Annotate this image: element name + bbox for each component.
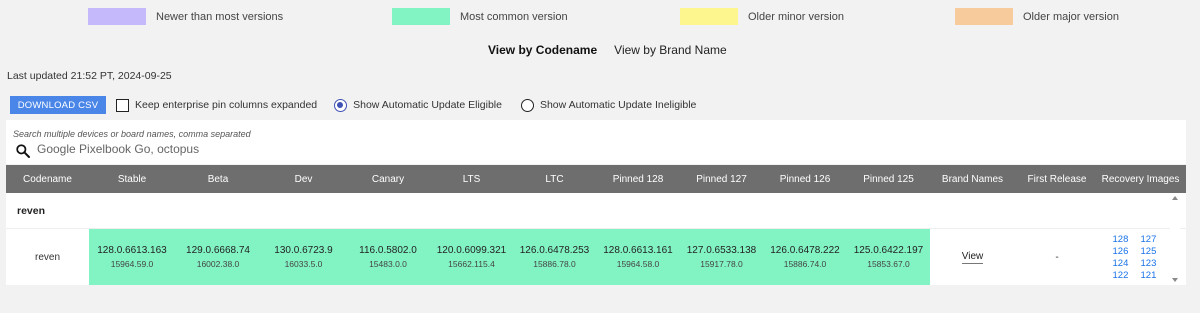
search-input[interactable] [37,142,637,156]
brand-names-cell: View [930,229,1015,285]
version-cell-pinned-126: 126.0.6478.222 15886.74.0 [763,229,847,285]
auto-update-eligible-radio[interactable] [334,98,348,112]
search-icon [16,144,30,158]
view-toggle: View by Codename View by Brand Name [488,43,727,57]
recovery-image-link[interactable]: 125 [1141,246,1169,257]
auto-update-eligible-label[interactable]: Show Automatic Update Eligible [353,99,502,111]
first-release-text: - [1055,251,1059,263]
chrome-version: 129.0.6668.74 [186,245,250,256]
recovery-image-link[interactable]: 121 [1141,270,1169,281]
view-brand-names-button[interactable]: View [961,251,984,264]
header-beta[interactable]: Beta [175,165,261,193]
legend-item-older-major: Older major version [955,8,1119,25]
header-canary[interactable]: Canary [346,165,430,193]
chrome-version: 126.0.6478.253 [519,245,590,256]
legend-swatch [392,8,450,25]
legend: Newer than most versions Most common ver… [0,8,1200,26]
legend-label: Older minor version [748,10,844,23]
last-updated-text: Last updated 21:52 PT, 2024-09-25 [7,70,172,82]
recovery-image-link[interactable]: 124 [1113,258,1141,269]
first-release-cell: - [1015,229,1099,285]
version-cell-lts: 120.0.6099.321 15662.115.4 [430,229,513,285]
version-cell-pinned-125: 125.0.6422.197 15853.67.0 [847,229,930,285]
chrome-version: 130.0.6723.9 [274,245,333,256]
header-ltc[interactable]: LTC [513,165,596,193]
version-cell-pinned-127: 127.0.6533.138 15917.78.0 [680,229,763,285]
search-hint: Search multiple devices or board names, … [13,129,251,139]
view-by-brand-name-link[interactable]: View by Brand Name [614,43,727,57]
keep-pins-label[interactable]: Keep enterprise pin columns expanded [135,99,317,111]
platform-version: 15853.67.0 [867,259,910,269]
platform-version: 15483.0.0 [369,259,407,269]
legend-item-most-common: Most common version [392,8,568,25]
header-lts[interactable]: LTS [430,165,513,193]
header-stable[interactable]: Stable [89,165,175,193]
platform-version: 15964.59.0 [110,259,154,269]
version-cell-canary: 116.0.5802.0 15483.0.0 [346,229,430,285]
header-pinned-128[interactable]: Pinned 128 [596,165,680,193]
recovery-image-link[interactable]: 126 [1113,246,1141,257]
header-pinned-126[interactable]: Pinned 126 [763,165,847,193]
platform-version: 16002.38.0 [196,259,240,269]
platform-version: 15886.78.0 [533,259,576,269]
chrome-version: 127.0.6533.138 [686,245,757,256]
keep-pins-checkbox[interactable] [116,98,129,112]
view-by-codename-link[interactable]: View by Codename [488,43,597,57]
auto-update-ineligible-label[interactable]: Show Automatic Update Ineligible [540,99,696,111]
legend-swatch [680,8,738,25]
recovery-image-link[interactable]: 123 [1141,258,1169,269]
legend-item-older-minor: Older minor version [680,8,844,25]
recovery-image-link[interactable]: 127 [1141,234,1169,245]
legend-label: Newer than most versions [156,10,284,23]
recovery-images-grid: 128 127 126 125 124 123 122 121 [1113,234,1169,281]
legend-swatch [88,8,146,25]
version-cell-dev: 130.0.6723.9 16033.5.0 [261,229,346,285]
group-row: reven [6,193,1186,229]
recovery-image-link[interactable]: 122 [1113,270,1141,281]
legend-label: Most common version [460,10,568,23]
download-csv-button[interactable]: DOWNLOAD CSV [10,96,106,114]
version-cell-pinned-128: 128.0.6613.161 15964.58.0 [596,229,680,285]
controls-bar: DOWNLOAD CSV Keep enterprise pin columns… [10,96,696,114]
header-dev[interactable]: Dev [261,165,346,193]
chrome-version: 126.0.6478.222 [770,245,840,256]
auto-update-ineligible-radio[interactable] [520,98,534,112]
scroll-up-arrow-icon[interactable] [1172,196,1178,200]
platform-version: 15917.78.0 [700,259,743,269]
chrome-version: 125.0.6422.197 [853,245,924,256]
chrome-version: 116.0.5802.0 [359,245,417,256]
table-scrollbar[interactable] [1170,193,1180,285]
codename-cell: reven [6,229,89,285]
chrome-version: 128.0.6613.161 [603,245,673,256]
chrome-version: 120.0.6099.321 [436,245,507,256]
versions-table: Codename Stable Beta Dev Canary LTS LTC … [6,165,1186,285]
legend-label: Older major version [1023,10,1119,23]
version-cell-ltc: 126.0.6478.253 15886.78.0 [513,229,596,285]
scroll-down-arrow-icon[interactable] [1172,278,1178,282]
platform-version: 15662.115.4 [448,259,495,269]
version-cell-stable: 128.0.6613.163 15964.59.0 [89,229,175,285]
header-first-release[interactable]: First Release [1015,165,1099,193]
header-pinned-127[interactable]: Pinned 127 [680,165,763,193]
header-brand-names[interactable]: Brand Names [930,165,1015,193]
header-recovery-images[interactable]: Recovery Images [1099,165,1182,193]
platform-version: 15886.74.0 [783,259,827,269]
platform-version: 15964.58.0 [616,259,660,269]
table-header: Codename Stable Beta Dev Canary LTS LTC … [6,165,1186,193]
platform-version: 16033.5.0 [284,259,323,269]
header-codename[interactable]: Codename [6,165,89,193]
table-row: reven 128.0.6613.163 15964.59.0 129.0.66… [6,229,1186,285]
header-pinned-125[interactable]: Pinned 125 [847,165,930,193]
recovery-image-link[interactable]: 128 [1113,234,1141,245]
codename-text: reven [34,251,60,263]
search-box: Search multiple devices or board names, … [6,120,1186,164]
version-cell-beta: 129.0.6668.74 16002.38.0 [175,229,261,285]
chrome-version: 128.0.6613.163 [97,245,167,256]
legend-item-newer: Newer than most versions [88,8,283,25]
legend-swatch [955,8,1013,25]
